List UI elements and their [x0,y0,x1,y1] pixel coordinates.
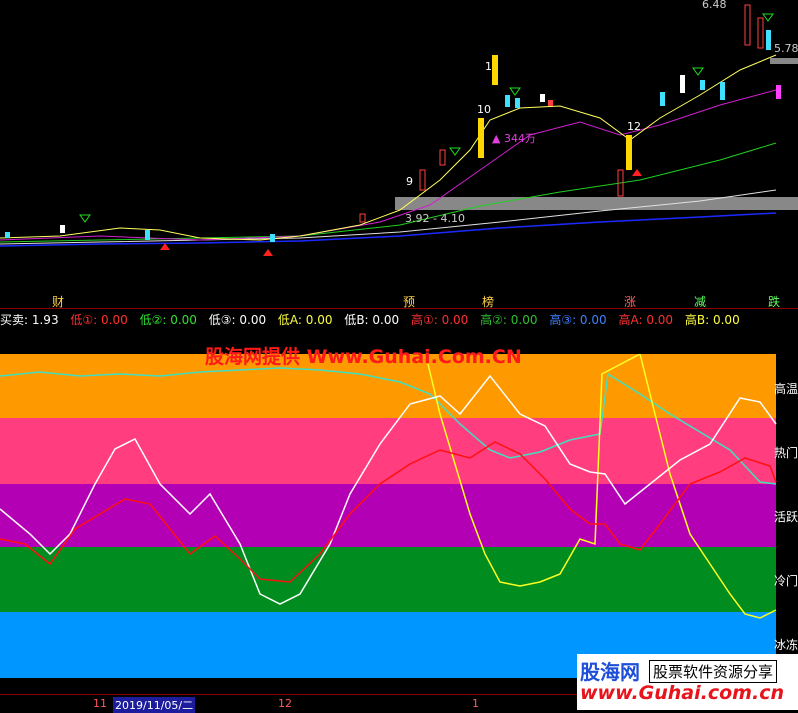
legend-item: 低③: 0.00 [208,313,267,327]
price-label-9: 9 [406,175,413,188]
logo-slogan: 股票软件资源分享 [649,660,778,683]
range-label: 3.92 - 4.10 [405,212,465,225]
legend-item: 高②: 0.00 [480,313,538,327]
price-label-1: 1 [485,60,492,73]
price-label-top: 6.48 [702,0,727,11]
legend-item: 高③: 0.00 [549,313,607,327]
price-label-12: 12 [627,120,641,133]
site-logo[interactable]: 股海网 股票软件资源分享 www.Guhai.com.cn [577,654,798,710]
oscillator-chart[interactable]: 高温 热门 活跃 冷门 冰冻 [0,354,798,678]
green-down-arrow [509,87,521,96]
panel-separator [0,308,798,309]
zone-band-warm [0,418,776,484]
green-down-arrow [79,214,91,223]
price-label-10: 10 [477,103,491,116]
axis-label: 12 [278,697,292,710]
green-down-arrow [692,67,704,76]
legend-item: 低A: 0.00 [277,313,333,327]
indicator-legend: 买卖: 1.93 低①: 0.00 低②: 0.00 低③: 0.00 低A: … [0,311,748,327]
axis-label: 1 [472,697,479,710]
resistance-band-top [770,58,798,64]
ma-magenta [0,89,777,241]
logo-url: www.Guhai.com.cn [580,682,784,704]
axis-label: 11 [93,697,107,710]
zone-label-warm: 热门 [773,446,798,460]
ma-yellow [0,54,777,241]
zone-band-cold [0,547,776,612]
legend-item: 低①: 0.00 [70,313,128,327]
resistance-band [395,197,798,210]
oscillator-svg [0,354,777,678]
ma-blue [0,212,777,247]
zone-label-cold: 冷门 [773,574,798,588]
legend-item: 高A: 0.00 [618,313,674,327]
zone-band-active [0,484,776,547]
green-down-arrow [449,147,461,156]
legend-item: 低B: 0.00 [344,313,400,327]
zone-label-hot: 高温 [773,382,798,396]
legend-item: 高①: 0.00 [410,313,469,327]
kline-svg [0,4,798,256]
axis-cursor-date: 2019/11/05/二 [113,697,196,713]
zone-label-active: 活跃 [773,510,798,524]
green-down-arrow [762,13,774,22]
legend-item: 买卖: 1.93 [0,313,59,327]
volume-label: ▲ 344万 [492,132,536,145]
ma-green [0,142,777,243]
red-up-arrow [632,169,642,176]
legend-item: 高B: 0.00 [684,313,740,327]
logo-name: 股海网 [580,660,640,684]
candlestick-chart[interactable]: 6.48 5.78 10 9 12 1 3.92 - 4.10 ▲ 344万 财… [0,0,798,309]
zone-label-frozen: 冰冻 [773,638,798,652]
legend-item: 低②: 0.00 [139,313,197,327]
price-label-right: 5.78 [774,42,798,55]
red-up-arrow [263,249,273,256]
watermark-text: 股海网提供 Www.Guhai.Com.CN [205,346,522,368]
